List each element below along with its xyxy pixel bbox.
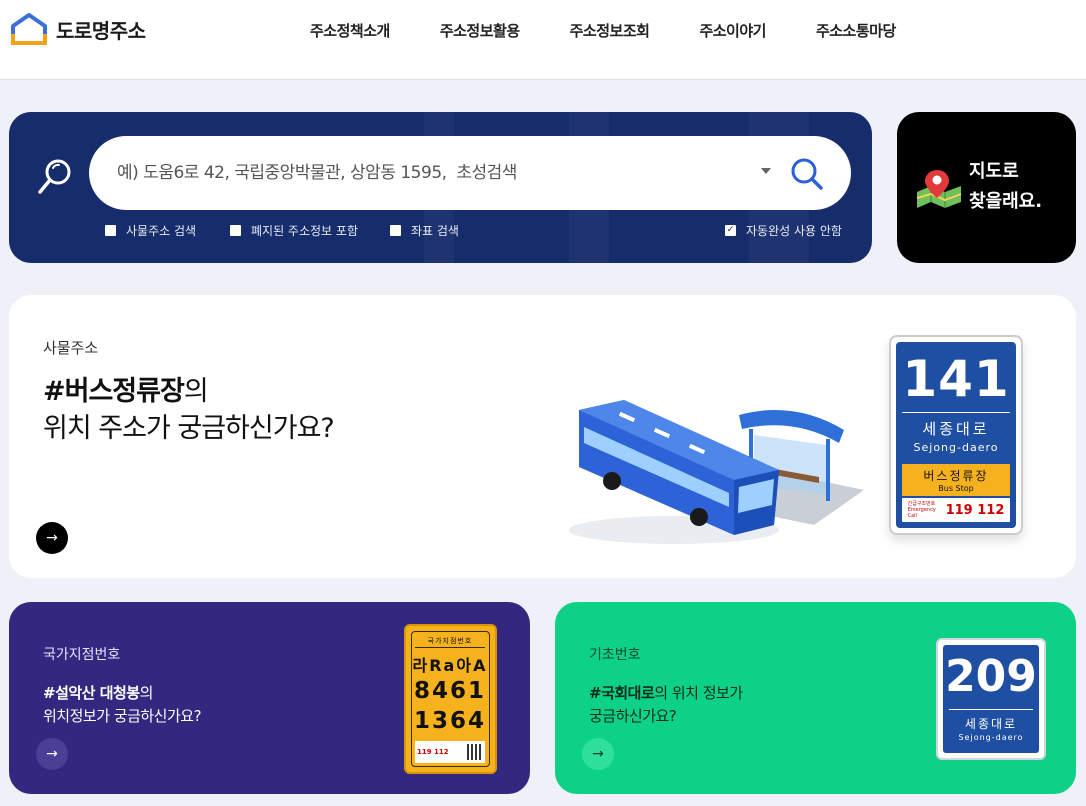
banner-title-strong: #버스정류장 [43, 376, 185, 407]
search-input[interactable] [117, 156, 737, 190]
arrow-right-icon[interactable]: → [36, 738, 68, 770]
map-pin-icon [916, 170, 962, 208]
site-header: 도로명주소 주소정책소개 주소정보활용 주소정보조회 주소이야기 주소소통마당 [0, 0, 1086, 80]
nav-item-policy[interactable]: 주소정책소개 [310, 20, 390, 41]
card-title: #설악산 대청봉의 위치정보가 궁금하신가요? [43, 682, 202, 728]
option-label: 자동완성 사용 안함 [746, 224, 842, 238]
plate-emergency-numbers: 119 112 [417, 748, 449, 756]
card-title-line2: 위치정보가 궁금하신가요? [43, 707, 202, 725]
sign-number: 141 [902, 350, 1010, 408]
home-logo-icon [11, 13, 47, 45]
checkbox[interactable] [230, 225, 241, 236]
nav-item-community[interactable]: 주소소통마당 [816, 20, 896, 41]
qr-code-icon [467, 744, 483, 760]
main-nav: 주소정책소개 주소정보활용 주소정보조회 주소이야기 주소소통마당 [310, 20, 946, 41]
chevron-down-icon[interactable] [761, 168, 771, 174]
card-title-rest: 의 위치 정보가 [654, 684, 743, 702]
search-icon[interactable] [789, 156, 825, 192]
banner-title-rest: 의 [183, 376, 209, 407]
banner-category: 사물주소 [43, 339, 99, 357]
arrow-right-icon[interactable]: → [36, 522, 68, 554]
option-disable-autocomplete[interactable]: ✓ 자동완성 사용 안함 [725, 222, 842, 239]
card-title: #국회대로의 위치 정보가 궁금하신가요? [589, 682, 743, 728]
plate-number-1: 8461 [413, 678, 486, 704]
card-title-rest: 의 [139, 684, 154, 702]
card-category: 국가지점번호 [43, 647, 121, 663]
map-card-text: 지도로 찾을래요. [969, 157, 1042, 217]
search-panel: 사물주소 검색 폐지된 주소정보 포함 좌표 검색 ✓ 자동완성 사용 안함 [9, 112, 872, 263]
bus-stop-en: Bus Stop [938, 484, 974, 493]
banner-title: #버스정류장의 위치 주소가 궁금하신가요? [43, 373, 335, 447]
nav-item-lookup[interactable]: 주소정보조회 [570, 20, 650, 41]
nav-item-stories[interactable]: 주소이야기 [699, 20, 766, 41]
option-label: 사물주소 검색 [126, 224, 197, 238]
card-title-strong: #국회대로 [589, 684, 655, 702]
sign-road-en: Sejong-daero [913, 441, 999, 454]
base-number-sign: 209 세종대로 Sejong-daero [936, 638, 1046, 760]
bus-illustration [569, 400, 864, 544]
sign-road-ko: 세종대로 [922, 420, 990, 438]
checkbox[interactable] [105, 225, 116, 236]
magnifier-deco-icon [38, 159, 71, 194]
card-category: 기초번호 [589, 647, 641, 663]
site-logo[interactable]: 도로명주소 [10, 12, 146, 46]
card-title-strong: #설악산 대청봉 [43, 684, 140, 702]
plate-footer: 119 112 [415, 741, 485, 763]
emergency-label: 긴급구조번호 Emergency Call 119 112 [902, 498, 1010, 522]
nav-item-usage[interactable]: 주소정보활용 [440, 20, 520, 41]
option-label: 폐지된 주소정보 포함 [251, 224, 358, 238]
emergency-numbers: 119 112 [945, 502, 1005, 518]
map-card-line2: 찾을래요. [969, 191, 1043, 212]
arrow-right-icon[interactable]: → [582, 738, 614, 770]
base-number-card[interactable]: 기초번호 #국회대로의 위치 정보가 궁금하신가요? → 209 세종대로 Se… [555, 602, 1076, 794]
national-point-plate: 국가지점번호 라Ra아A 8461 1364 119 112 [404, 624, 497, 774]
bus-stop-banner[interactable]: 사물주소 #버스정류장의 위치 주소가 궁금하신가요? → 141 세종대로 S… [9, 295, 1076, 578]
search-options: 사물주소 검색 폐지된 주소정보 포함 좌표 검색 ✓ 자동완성 사용 안함 [9, 222, 872, 242]
plate-title: 국가지점번호 [427, 637, 473, 645]
option-label: 좌표 검색 [411, 224, 459, 238]
emergency-caption: 긴급구조번호 Emergency Call [907, 501, 936, 519]
option-include-abolished[interactable]: 폐지된 주소정보 포함 [230, 222, 358, 239]
bus-stop-label: 버스정류장 Bus Stop [902, 464, 1010, 496]
base-sign-number: 209 [945, 651, 1037, 702]
card-title-line2: 궁금하신가요? [589, 707, 677, 725]
checkbox[interactable] [390, 225, 401, 236]
plate-number-2: 1364 [413, 708, 486, 734]
national-point-card[interactable]: 국가지점번호 #설악산 대청봉의 위치정보가 궁금하신가요? → 국가지점번호 … [9, 602, 530, 794]
option-coordinate-search[interactable]: 좌표 검색 [390, 222, 459, 239]
checkbox-checked[interactable]: ✓ [725, 225, 736, 236]
map-search-card[interactable]: 지도로 찾을래요. [897, 112, 1076, 263]
map-card-line1: 지도로 [969, 161, 1019, 182]
banner-title-line2: 위치 주소가 궁금하신가요? [43, 413, 335, 444]
bus-stop-ko: 버스정류장 [923, 469, 989, 483]
option-object-address[interactable]: 사물주소 검색 [105, 222, 196, 239]
search-box [89, 136, 851, 210]
plate-grid: 라Ra아A [412, 656, 488, 675]
road-name-sign: 141 세종대로 Sejong-daero 버스정류장 Bus Stop 긴급구… [889, 335, 1023, 535]
logo-text: 도로명주소 [56, 18, 146, 43]
base-sign-road-en: Sejong-daero [958, 733, 1024, 742]
base-sign-road-ko: 세종대로 [964, 717, 1018, 731]
